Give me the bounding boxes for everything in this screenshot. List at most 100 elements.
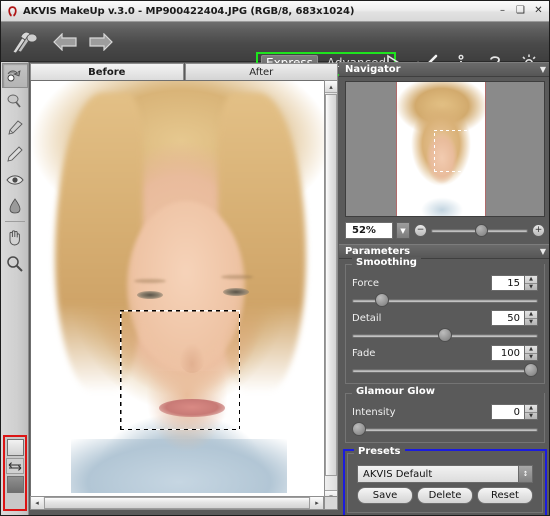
akvis-horseshoe-icon: [1, 5, 23, 18]
navigator-title: Navigator: [345, 64, 401, 75]
updown-arrows-icon[interactable]: ↕: [518, 466, 532, 482]
param-fade: Fade 100 ▲ ▼: [352, 345, 538, 361]
transform-tool[interactable]: [1, 63, 28, 88]
akvis-makeup-window: AKVIS MakeUp v.3.0 - MP900422404.JPG (RG…: [0, 0, 550, 516]
image-view-tabs: Before After: [30, 63, 338, 80]
param-detail: Detail 50 ▲ ▼: [352, 310, 538, 326]
param-intensity-slider[interactable]: [352, 422, 538, 436]
right-panel: Navigator ▼ 52% ▼ − + Parameters ▼ Smoot…: [339, 62, 549, 515]
slider-track: [352, 369, 538, 373]
presets-title: Presets: [354, 446, 405, 457]
preset-buttons: Save Delete Reset: [357, 487, 533, 504]
eyebrow-left: [134, 279, 166, 283]
presets-highlight: Presets AKVIS Default ↕ Save Delete Rese…: [343, 446, 547, 515]
swap-colors-icon[interactable]: [6, 458, 24, 474]
scroll-up-button[interactable]: ▴: [325, 81, 337, 93]
param-detail-spinner[interactable]: 50 ▲ ▼: [491, 310, 538, 326]
image-canvas[interactable]: [30, 80, 338, 503]
param-intensity-value[interactable]: 0: [491, 404, 525, 420]
eyebrow-right: [221, 275, 253, 279]
param-force-value[interactable]: 15: [491, 275, 525, 291]
zoom-dropdown-icon[interactable]: ▼: [396, 222, 410, 239]
hand-tool[interactable]: [2, 225, 28, 250]
eye-tool[interactable]: [2, 167, 28, 192]
brush-tool[interactable]: [2, 115, 28, 140]
param-intensity-label: Intensity: [352, 406, 396, 418]
preset-save-button[interactable]: Save: [357, 487, 413, 504]
color-swatch-area: [3, 435, 27, 511]
background-color-swatch[interactable]: [6, 476, 24, 493]
tool-separator: [4, 221, 25, 222]
scroll-left-button[interactable]: ◂: [31, 497, 43, 509]
zoom-slider[interactable]: [431, 224, 528, 237]
zoom-input[interactable]: 52%: [345, 222, 393, 239]
canvas-horizontal-scrollbar[interactable]: ◂ ▸: [30, 496, 324, 510]
slider-knob[interactable]: [438, 328, 452, 342]
navigator-preview[interactable]: [345, 81, 545, 217]
param-detail-value[interactable]: 50: [491, 310, 525, 326]
param-fade-spinner[interactable]: 100 ▲ ▼: [491, 345, 538, 361]
makeup-puff-tool[interactable]: [2, 89, 28, 114]
param-detail-label: Detail: [352, 312, 382, 324]
window-title: AKVIS MakeUp v.3.0 - MP900422404.JPG (RG…: [23, 5, 355, 17]
param-fade-slider[interactable]: [352, 363, 538, 377]
scrollbar-corner: [324, 496, 338, 510]
close-button[interactable]: ✕: [533, 6, 544, 17]
navigator-header[interactable]: Navigator ▼: [339, 62, 549, 77]
eye-right: [223, 288, 249, 296]
group-smoothing-title: Smoothing: [352, 257, 421, 268]
group-glamour-glow-title: Glamour Glow: [352, 386, 439, 397]
parameters-title: Parameters: [345, 246, 411, 257]
eye-left: [137, 291, 163, 299]
title-bar: AKVIS MakeUp v.3.0 - MP900422404.JPG (RG…: [1, 1, 549, 22]
param-intensity-stepper[interactable]: ▲ ▼: [525, 404, 538, 420]
preset-reset-button[interactable]: Reset: [477, 487, 533, 504]
back-arrow-icon[interactable]: [47, 32, 83, 51]
navigator-viewport-marquee[interactable]: [434, 130, 476, 172]
forward-arrow-icon[interactable]: [83, 32, 119, 51]
param-intensity: Intensity 0 ▲ ▼: [352, 404, 538, 420]
tab-after[interactable]: After: [184, 63, 338, 80]
canvas-vertical-scrollbar[interactable]: ▴ ▾: [324, 80, 338, 503]
param-force: Force 15 ▲ ▼: [352, 275, 538, 291]
zoom-slider-knob[interactable]: [475, 224, 489, 237]
group-smoothing: Smoothing Force 15 ▲ ▼ Detail 50 ▲ ▼ Fad…: [345, 257, 545, 384]
face-selection-marquee[interactable]: [120, 310, 240, 430]
group-presets: Presets AKVIS Default ↕ Save Delete Rese…: [347, 446, 543, 513]
pencil-tool[interactable]: [2, 141, 28, 166]
slider-knob[interactable]: [524, 363, 538, 377]
drop-tool[interactable]: [2, 193, 28, 218]
slider-track: [352, 428, 538, 432]
foreground-color-swatch[interactable]: [6, 439, 24, 456]
param-force-spinner[interactable]: 15 ▲ ▼: [491, 275, 538, 291]
horizontal-scroll-thumb[interactable]: [44, 497, 310, 509]
zoom-in-button[interactable]: +: [532, 224, 545, 237]
preset-delete-button[interactable]: Delete: [417, 487, 473, 504]
group-glamour-glow: Glamour Glow Intensity 0 ▲ ▼: [345, 386, 545, 443]
param-fade-stepper[interactable]: ▲ ▼: [525, 345, 538, 361]
param-fade-value[interactable]: 100: [491, 345, 525, 361]
chevron-down-icon[interactable]: ▼: [540, 65, 546, 74]
param-fade-label: Fade: [352, 347, 376, 359]
makeup-brushes-logo-icon: [1, 29, 47, 55]
preset-select[interactable]: AKVIS Default ↕: [357, 465, 533, 483]
chevron-down-icon[interactable]: ▼: [540, 247, 546, 256]
zoom-tool[interactable]: [2, 251, 28, 276]
slider-knob[interactable]: [374, 293, 389, 307]
slider-knob[interactable]: [352, 422, 366, 436]
navigator-body: 52% ▼ − +: [339, 77, 549, 244]
param-detail-stepper[interactable]: ▲ ▼: [525, 310, 538, 326]
top-toolbar: Express Advanced: [1, 22, 549, 76]
param-force-label: Force: [352, 277, 380, 289]
minimize-button[interactable]: –: [497, 6, 508, 17]
maximize-button[interactable]: ❑: [515, 6, 526, 17]
vertical-scroll-thumb[interactable]: [325, 94, 337, 476]
zoom-out-button[interactable]: −: [414, 224, 427, 237]
param-force-stepper[interactable]: ▲ ▼: [525, 275, 538, 291]
scroll-right-button[interactable]: ▸: [311, 497, 323, 509]
param-detail-slider[interactable]: [352, 328, 538, 342]
zoom-controls: 52% ▼ − +: [345, 222, 545, 239]
param-intensity-spinner[interactable]: 0 ▲ ▼: [491, 404, 538, 420]
param-force-slider[interactable]: [352, 293, 538, 307]
tab-before[interactable]: Before: [30, 63, 184, 80]
